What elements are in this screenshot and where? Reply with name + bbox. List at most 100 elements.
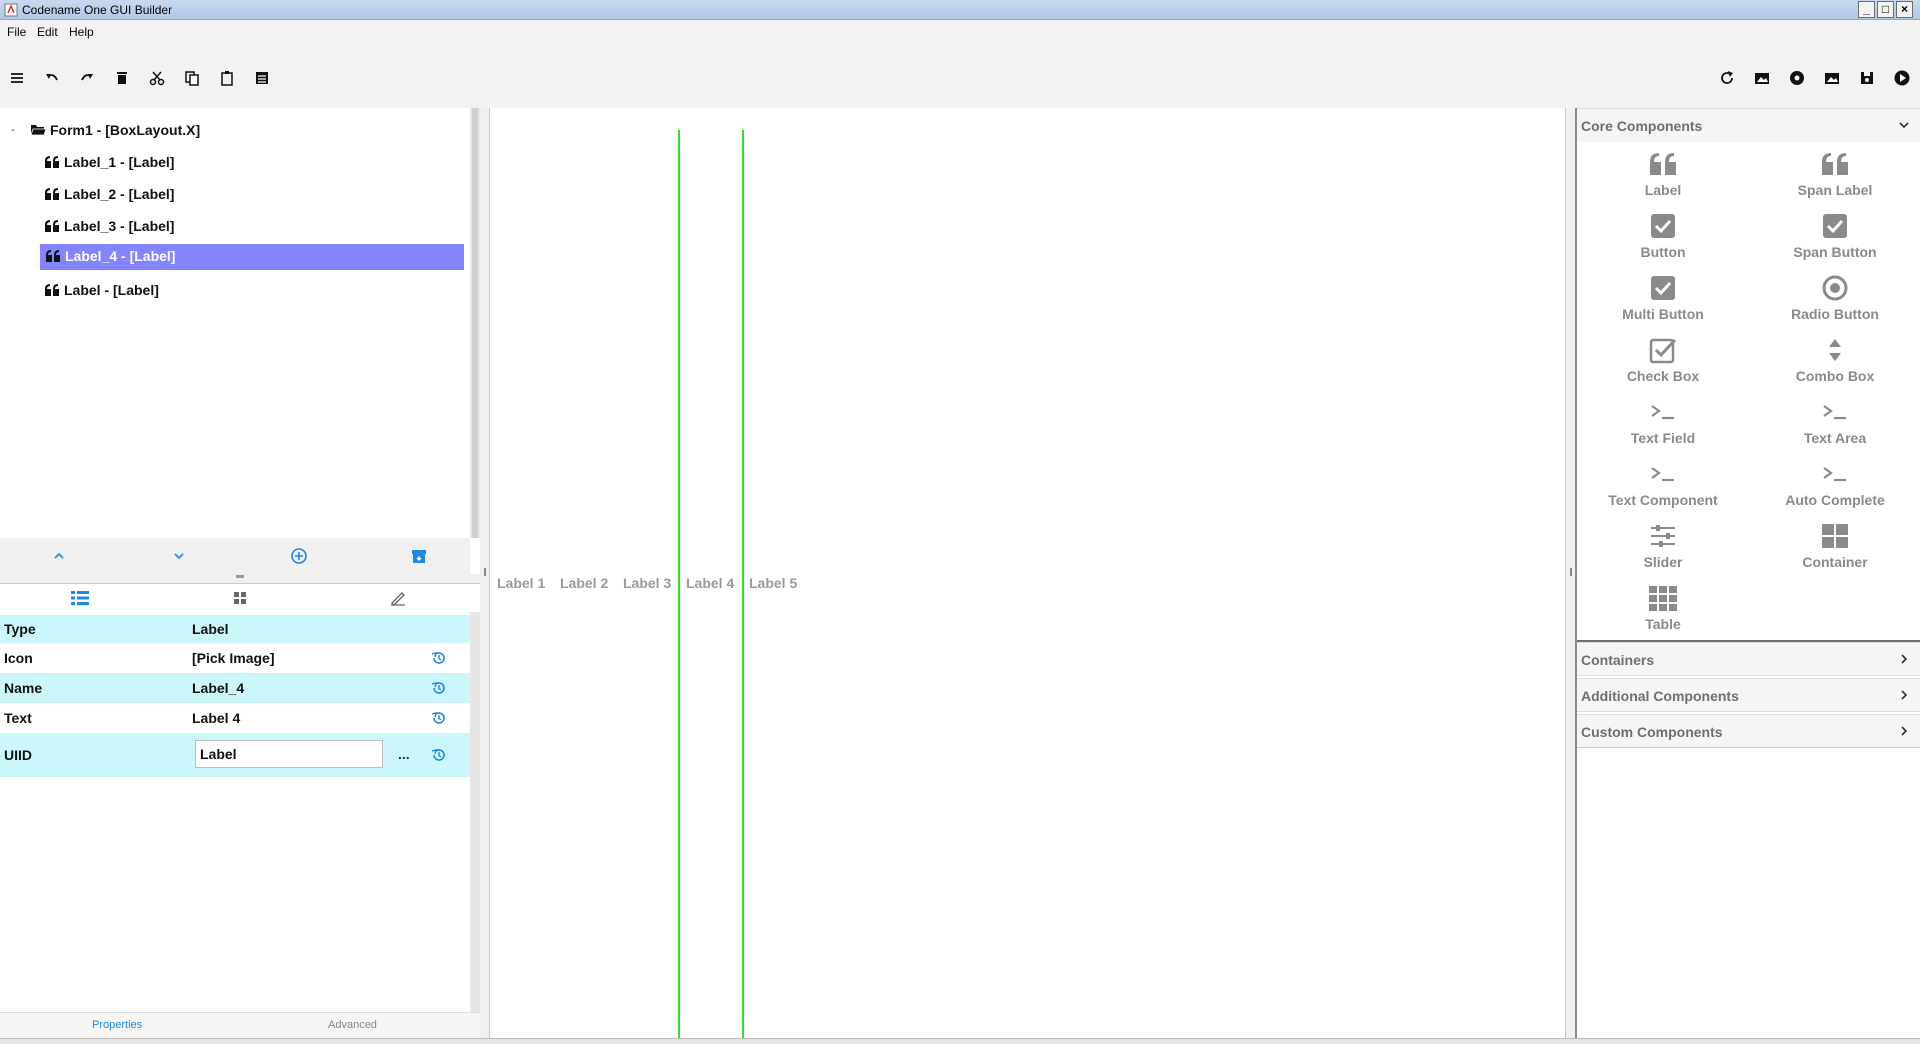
- tree-scrollbar[interactable]: [470, 108, 480, 538]
- section-custom-components[interactable]: Custom Components: [1577, 714, 1920, 748]
- window-title: Codename One GUI Builder: [22, 3, 173, 17]
- radio-icon[interactable]: [1788, 69, 1806, 87]
- section-additional-components[interactable]: Additional Components: [1577, 678, 1920, 712]
- cut-icon[interactable]: [148, 69, 166, 87]
- reset-history-icon[interactable]: [430, 746, 448, 764]
- trash-icon[interactable]: [113, 69, 131, 87]
- chevron-right-icon: [1901, 654, 1908, 664]
- palette-item-text-field[interactable]: Text Field: [1577, 390, 1749, 452]
- palette-item-multi-button[interactable]: Multi Button: [1577, 266, 1749, 328]
- tree-item[interactable]: Label_3 - [Label]: [44, 214, 464, 240]
- hamburger-icon[interactable]: [8, 69, 26, 87]
- prompt-icon: [1823, 405, 1846, 420]
- palette-item-radio-button[interactable]: Radio Button: [1749, 266, 1920, 328]
- canvas-label[interactable]: Label 1: [497, 575, 545, 591]
- palette-item-combo-box[interactable]: Combo Box: [1749, 328, 1920, 390]
- prop-key: Type: [4, 621, 36, 637]
- move-down-icon[interactable]: [170, 547, 188, 565]
- list-icon[interactable]: [253, 69, 271, 87]
- quote-icon: [1650, 153, 1676, 175]
- tree-item[interactable]: Label_1 - [Label]: [44, 150, 464, 176]
- palette-item-table[interactable]: Table: [1577, 576, 1749, 638]
- canvas-label-selected[interactable]: Label 4: [686, 575, 734, 591]
- prop-row-type: Type Label: [0, 615, 470, 643]
- quote-icon: [45, 188, 59, 200]
- image-icon[interactable]: [1753, 69, 1771, 87]
- title-bar: Codename One GUI Builder _ □ ×: [0, 0, 1920, 20]
- move-up-icon[interactable]: [50, 547, 68, 565]
- minimize-button[interactable]: _: [1858, 1, 1875, 18]
- tree-item-label: Label_4 - [Label]: [65, 248, 176, 264]
- canvas-label[interactable]: Label 2: [560, 575, 608, 591]
- tab-properties[interactable]: Properties: [92, 1019, 142, 1031]
- prop-value: Label: [192, 621, 229, 637]
- palette-item-span-label[interactable]: Span Label: [1749, 142, 1920, 204]
- property-tabs: Properties Advanced: [0, 1012, 480, 1038]
- splitter-grip[interactable]: [1570, 568, 1572, 576]
- reset-history-icon[interactable]: [430, 649, 448, 667]
- image-alt-icon[interactable]: [1823, 69, 1841, 87]
- palette-item-container[interactable]: Container: [1749, 514, 1920, 576]
- add-circle-icon[interactable]: [290, 547, 308, 565]
- quote-icon: [45, 284, 59, 296]
- paste-icon[interactable]: [218, 69, 236, 87]
- play-icon[interactable]: [1893, 69, 1911, 87]
- palette-item-check-box[interactable]: Check Box: [1577, 328, 1749, 390]
- prop-key: Name: [4, 680, 43, 696]
- palette-item-button[interactable]: Button: [1577, 204, 1749, 266]
- close-button[interactable]: ×: [1896, 1, 1913, 18]
- archive-icon[interactable]: [410, 547, 428, 565]
- maximize-button[interactable]: □: [1877, 1, 1894, 18]
- list-view-icon[interactable]: [70, 589, 90, 607]
- tab-advanced[interactable]: Advanced: [328, 1019, 377, 1031]
- canvas-label[interactable]: Label 3: [623, 575, 671, 591]
- canvas-splitter-right[interactable]: [1565, 108, 1575, 1038]
- undo-icon[interactable]: [43, 69, 61, 87]
- prompt-icon: [1651, 405, 1674, 420]
- tree-item[interactable]: Label_2 - [Label]: [44, 182, 464, 208]
- prop-key: Text: [4, 710, 32, 726]
- palette-item-auto-complete[interactable]: Auto Complete: [1749, 452, 1920, 514]
- design-canvas[interactable]: Label 1 Label 2 Label 3 Label 4 Label 5: [490, 108, 1565, 1038]
- refresh-icon[interactable]: [1718, 69, 1736, 87]
- menu-edit[interactable]: Edit: [37, 25, 58, 39]
- uiid-input[interactable]: [195, 740, 383, 768]
- tree-actions-bar: [0, 538, 470, 574]
- grid-icon: [1822, 524, 1848, 548]
- tree-scroll-thumb[interactable]: [472, 108, 478, 538]
- palette-item-slider[interactable]: Slider: [1577, 514, 1749, 576]
- tree-item-selected[interactable]: Label_4 - [Label]: [40, 244, 464, 270]
- redo-icon[interactable]: [78, 69, 96, 87]
- properties-scrollbar[interactable]: [470, 612, 480, 1012]
- folder-open-icon: [30, 125, 46, 136]
- section-containers[interactable]: Containers: [1577, 642, 1920, 676]
- selection-guide-right: [742, 130, 744, 1038]
- section-core-components[interactable]: Core Components: [1577, 108, 1920, 142]
- palette-item-span-button[interactable]: Span Button: [1749, 204, 1920, 266]
- split-divider[interactable]: [0, 574, 480, 584]
- menu-bar: File Edit Help: [0, 20, 1920, 44]
- canvas-splitter-left[interactable]: [480, 108, 490, 1038]
- reset-history-icon[interactable]: [430, 709, 448, 727]
- style-icon[interactable]: [388, 589, 408, 607]
- prop-value-pick-image[interactable]: [Pick Image]: [192, 650, 274, 666]
- tree-root[interactable]: Form1 - [BoxLayout.X]: [30, 118, 330, 144]
- save-icon[interactable]: [1858, 69, 1876, 87]
- grid-view-icon[interactable]: [230, 589, 250, 607]
- palette-item-text-area[interactable]: Text Area: [1749, 390, 1920, 452]
- uiid-more-button[interactable]: ...: [398, 746, 410, 762]
- palette-item-label[interactable]: Label: [1577, 142, 1749, 204]
- updown-icon: [1829, 339, 1841, 361]
- canvas-label[interactable]: Label 5: [749, 575, 797, 591]
- reset-history-icon[interactable]: [430, 679, 448, 697]
- prop-value[interactable]: Label_4: [192, 680, 244, 696]
- split-grip[interactable]: [236, 575, 244, 578]
- tree-item[interactable]: Label - [Label]: [44, 278, 464, 304]
- prop-value[interactable]: Label 4: [192, 710, 240, 726]
- copy-icon[interactable]: [183, 69, 201, 87]
- menu-help[interactable]: Help: [69, 25, 94, 39]
- menu-file[interactable]: File: [7, 25, 26, 39]
- splitter-grip[interactable]: [484, 568, 486, 576]
- palette-item-text-component[interactable]: Text Component: [1577, 452, 1749, 514]
- tree-collapse-toggle[interactable]: -: [11, 122, 15, 136]
